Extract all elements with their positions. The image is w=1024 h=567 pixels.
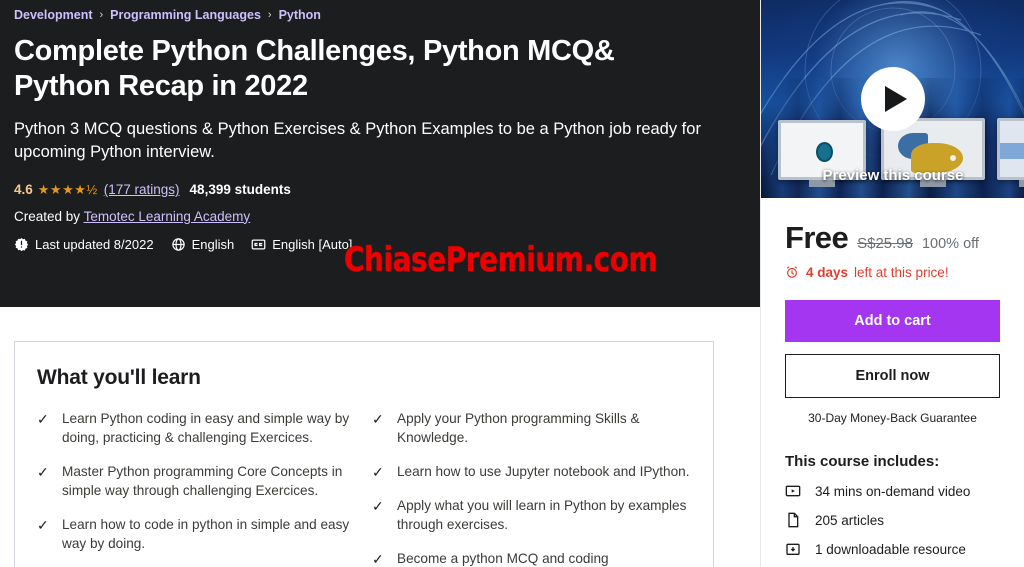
discount-percent: 100% off — [921, 236, 979, 252]
video-icon — [785, 483, 801, 499]
what-you-will-learn-title: What you'll learn — [37, 366, 201, 389]
check-icon: ✓ — [37, 463, 49, 480]
urgency-days: 4 days — [806, 265, 849, 280]
created-by-label: Created by — [14, 208, 81, 224]
list-item-label: Apply your Python programming Skills & K… — [397, 411, 640, 446]
star-rating-icon: ★★★★½ — [37, 181, 98, 197]
chevron-right-icon: › — [99, 9, 104, 21]
list-item: ✓ Learn how to use Jupyter notebook and … — [372, 462, 691, 482]
course-includes-title: This course includes: — [785, 453, 940, 470]
includes-item-resources: 1 downloadable resource — [785, 541, 1000, 557]
course-landing-page: Development › Programming Languages › Py… — [0, 0, 1024, 567]
python-logo-dot — [950, 155, 956, 161]
money-back-guarantee: 30-Day Money-Back Guarantee — [808, 411, 977, 425]
list-item-label: Learn how to use Jupyter notebook and IP… — [397, 463, 690, 479]
rating-row: 4.6 ★★★★½ (177 ratings) 48,399 students — [14, 182, 742, 198]
includes-item-label: 1 downloadable resource — [815, 541, 966, 557]
what-you-will-learn-grid: ✓ Learn Python coding in easy and simple… — [37, 409, 691, 567]
instructor-link[interactable]: Temotec Learning Academy — [84, 209, 251, 224]
download-icon — [785, 541, 801, 557]
what-you-will-learn-card: What you'll learn ✓ Learn Python coding … — [14, 341, 714, 567]
list-item: ✓ Learn Python coding in easy and simple… — [37, 409, 356, 448]
language-item: English — [171, 236, 235, 252]
check-icon: ✓ — [372, 463, 384, 480]
list-item-label: Apply what you will learn in Python by e… — [397, 497, 687, 533]
article-icon — [785, 512, 801, 528]
ratings-count-link[interactable]: (177 ratings) — [104, 182, 180, 197]
captions-label: English [Auto] — [272, 236, 353, 252]
check-icon: ✓ — [372, 411, 384, 427]
breadcrumb-item-python[interactable]: Python — [279, 8, 321, 22]
rating-value: 4.6 — [14, 182, 33, 198]
breadcrumb-item-development[interactable]: Development — [14, 8, 93, 22]
page-title: Complete Python Challenges, Python MCQ& … — [14, 35, 615, 103]
includes-item-video: 34 mins on-demand video — [785, 483, 1000, 499]
student-count: 48,399 students — [189, 182, 291, 198]
globe-icon — [171, 237, 186, 252]
created-by-row: Created by Temotec Learning Academy — [14, 209, 742, 224]
list-item: ✓ Apply your Python programming Skills &… — [372, 409, 691, 448]
purchase-sidebar: Preview this course Free S$25.98 100% of… — [760, 0, 1024, 567]
includes-item-label: 34 mins on-demand video — [815, 483, 971, 499]
price-urgency-row: 4 days left at this price! — [785, 265, 1000, 280]
site-watermark: ChiasePremium.com — [344, 240, 658, 280]
course-subtitle: Python 3 MCQ questions & Python Exercise… — [14, 119, 701, 162]
language-label: English — [191, 236, 235, 252]
list-item: ✓ Become a python MCQ and coding — [372, 549, 691, 567]
closed-captions-icon — [251, 237, 266, 252]
list-item-label: Master Python programming Core Concepts … — [62, 463, 343, 499]
chevron-right-icon: › — [267, 9, 272, 21]
check-icon: ✓ — [37, 411, 49, 427]
list-item: ✓ Apply what you will learn in Python by… — [372, 496, 691, 535]
list-item: ✓ Master Python programming Core Concept… — [37, 462, 356, 501]
alarm-clock-icon — [785, 265, 800, 280]
sidebar-body: Free S$25.98 100% off 4 days left at thi… — [761, 198, 1024, 557]
captions-item: English [Auto] — [251, 237, 352, 252]
last-updated-label: Last updated 8/2022 — [35, 236, 154, 252]
preview-label: Preview this course — [822, 167, 964, 184]
breadcrumb-item-programming-languages[interactable]: Programming Languages — [110, 8, 261, 22]
list-item-label: Learn Python coding in easy and simple w… — [62, 411, 350, 446]
includes-item-articles: 205 articles — [785, 512, 1000, 528]
course-preview-thumbnail[interactable]: Preview this course — [761, 0, 1024, 198]
learn-column-right: ✓ Apply your Python programming Skills &… — [372, 409, 691, 567]
includes-item-label: 205 articles — [815, 512, 885, 528]
list-item: ✓ Learn how to code in python in simple … — [37, 515, 356, 554]
info-badge-icon — [14, 237, 29, 252]
course-hero-header: Development › Programming Languages › Py… — [0, 0, 760, 307]
check-icon: ✓ — [372, 497, 384, 514]
enroll-now-button[interactable]: Enroll now — [785, 354, 1000, 398]
play-button-icon[interactable] — [861, 67, 925, 131]
check-icon: ✓ — [37, 516, 49, 533]
list-item-label: Learn how to code in python in simple an… — [62, 516, 350, 552]
check-icon: ✓ — [372, 550, 384, 567]
breadcrumb: Development › Programming Languages › Py… — [14, 8, 742, 22]
original-price: S$25.98 — [857, 235, 913, 252]
price-row: Free S$25.98 100% off — [785, 220, 1000, 256]
learn-column-left: ✓ Learn Python coding in easy and simple… — [37, 409, 356, 567]
add-to-cart-button[interactable]: Add to cart — [785, 300, 1000, 342]
urgency-text: left at this price! — [854, 265, 949, 280]
last-updated-item: Last updated 8/2022 — [14, 237, 154, 252]
list-item-label: Become a python MCQ and coding — [397, 550, 609, 566]
current-price: Free — [785, 220, 849, 255]
